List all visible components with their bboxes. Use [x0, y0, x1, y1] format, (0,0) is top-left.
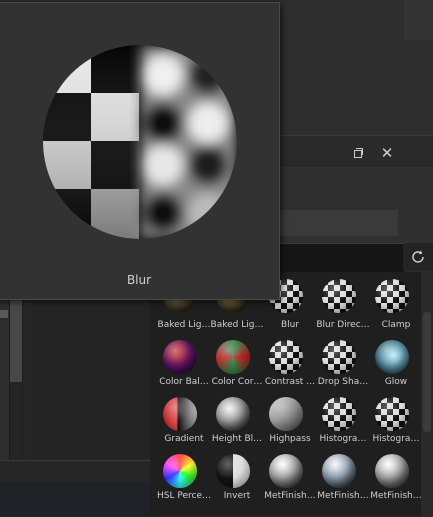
- palette-item-label: HSL Perce…: [157, 491, 211, 501]
- palette-item[interactable]: MetFinish…: [367, 454, 422, 510]
- material-thumbnail: [216, 454, 250, 488]
- palette-item-label: Invert: [223, 491, 251, 501]
- palette-item[interactable]: HSL Perce…: [155, 454, 211, 510]
- palette-item-label: Blur: [280, 320, 300, 330]
- palette-item-label: Clamp: [381, 320, 411, 330]
- palette-item[interactable]: Gradient: [155, 397, 208, 453]
- palette-item-label: Color Bal…: [159, 377, 209, 387]
- left-column: [0, 300, 10, 460]
- left-column-divider: [22, 300, 33, 460]
- material-thumbnail: [322, 340, 356, 374]
- refresh-button[interactable]: [403, 243, 433, 271]
- palette-item-label: Glow: [384, 377, 408, 387]
- preview-sphere: [43, 45, 237, 239]
- material-thumbnail: [375, 454, 409, 488]
- material-thumbnail: [216, 340, 250, 374]
- material-thumbnail: [322, 279, 356, 313]
- material-thumbnail: [163, 454, 197, 488]
- palette-item[interactable]: Blur Direc…: [314, 279, 370, 339]
- material-thumbnail: [375, 397, 409, 431]
- palette-item-label: MetFinish…: [317, 491, 369, 501]
- palette-item-label: Blur Direc…: [316, 320, 370, 330]
- palette-item-label: Baked Lig…: [210, 320, 264, 330]
- close-icon[interactable]: ✕: [380, 146, 394, 161]
- preview-popup: Blur: [0, 2, 280, 300]
- preview-label: Blur: [126, 273, 152, 287]
- palette-item-label: Histogra…: [319, 434, 367, 444]
- left-bottom-bar: [0, 482, 150, 516]
- material-thumbnail: [163, 397, 197, 431]
- palette-item-label: Drop Sha…: [317, 377, 369, 387]
- palette-item[interactable]: Contrast …: [261, 340, 315, 396]
- palette-item-label: Color Cor…: [211, 377, 263, 387]
- material-thumbnail: [375, 340, 409, 374]
- material-thumbnail: [375, 279, 409, 313]
- material-thumbnail: [216, 397, 250, 431]
- material-thumbnail: [322, 454, 356, 488]
- palette-item-label: MetFinish…: [370, 491, 422, 501]
- palette-item[interactable]: Invert: [208, 454, 261, 510]
- palette-item[interactable]: Histogra…: [367, 397, 420, 453]
- material-thumbnail: [163, 340, 197, 374]
- material-thumbnail: [269, 340, 303, 374]
- palette-scrollbar[interactable]: [421, 272, 433, 516]
- palette-item[interactable]: Color Bal…: [155, 340, 209, 396]
- refresh-icon: [412, 250, 424, 263]
- left-scrollbar[interactable]: [10, 300, 22, 382]
- palette-item[interactable]: MetFinish…: [261, 454, 316, 510]
- palette-item-label: Gradient: [164, 434, 204, 444]
- material-thumbnail: [322, 397, 356, 431]
- palette-item[interactable]: Height Bl…: [208, 397, 262, 453]
- palette-item-label: Histogra…: [372, 434, 420, 444]
- palette-item[interactable]: Histogra…: [314, 397, 367, 453]
- background-strip: [404, 0, 433, 40]
- palette-item[interactable]: Glow: [367, 340, 420, 396]
- palette-item-label: Highpass: [269, 434, 311, 444]
- restore-window-icon[interactable]: [352, 147, 364, 159]
- palette-item[interactable]: Color Cor…: [208, 340, 262, 396]
- palette-item[interactable]: MetFinish…: [314, 454, 369, 510]
- palette-item[interactable]: Clamp: [367, 279, 420, 339]
- material-thumbnail: [269, 397, 303, 431]
- material-thumbnail: [269, 454, 303, 488]
- window-field[interactable]: [280, 210, 398, 236]
- palette-item-label: Contrast …: [264, 377, 316, 387]
- palette-item-label: MetFinish…: [264, 491, 316, 501]
- palette-item[interactable]: Drop Sha…: [314, 340, 368, 396]
- left-marker: [0, 310, 8, 318]
- palette-item-label: Baked Lig…: [157, 320, 211, 330]
- palette-item[interactable]: Highpass: [261, 397, 314, 453]
- palette-item-label: Height Bl…: [211, 434, 263, 444]
- scrollbar-thumb[interactable]: [423, 312, 431, 432]
